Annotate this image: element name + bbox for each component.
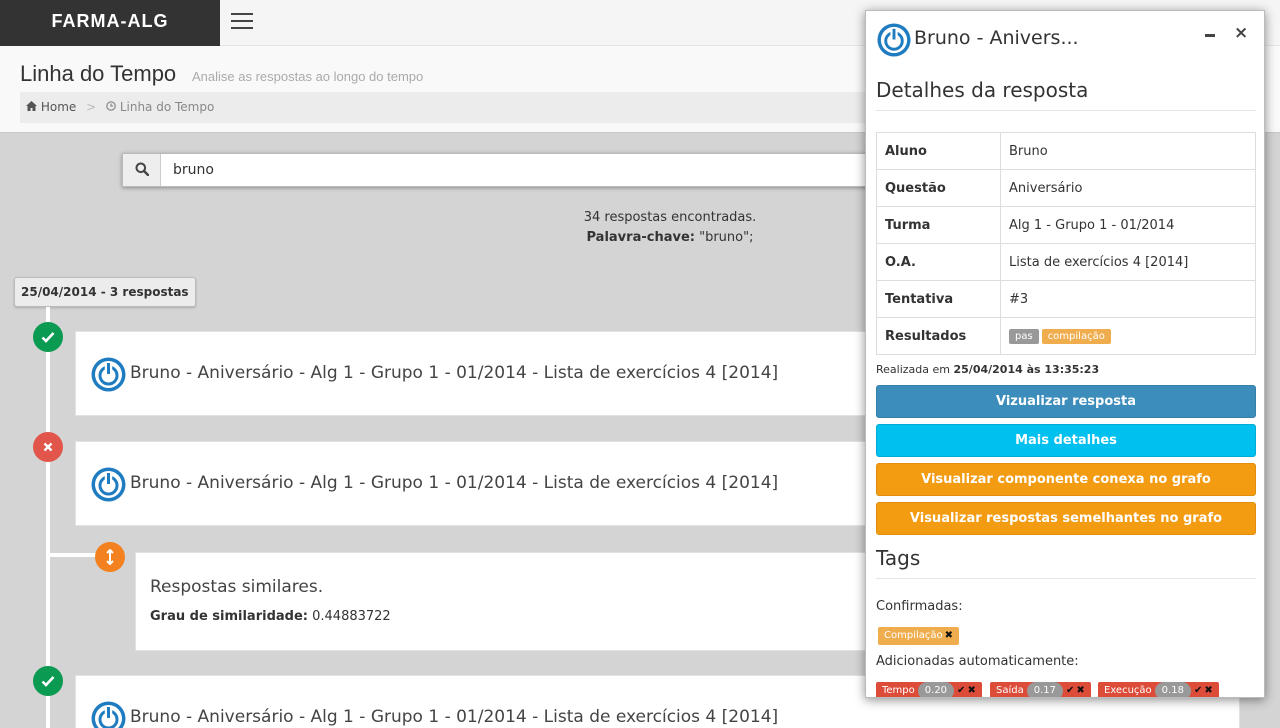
remove-tag-icon[interactable]: ✖ [945, 630, 953, 641]
row-key: Resultados [876, 317, 1001, 355]
tag-name: Tempo [882, 685, 915, 696]
breadcrumb-separator: > [86, 100, 97, 114]
table-row: Questão Aniversário [876, 169, 1256, 207]
table-row: Aluno Bruno [876, 132, 1256, 170]
row-value: pas compilação [1000, 317, 1256, 355]
confirmed-tag: Compilação ✖ [878, 627, 960, 645]
auto-tag: Tempo 0.20 ✔ ✖ [876, 682, 982, 697]
row-key: O.A. [876, 243, 1001, 281]
tags-heading: Tags [876, 546, 921, 570]
auto-tags-label: Adicionadas automaticamente: [876, 654, 1079, 669]
tag-score: 0.20 [917, 682, 955, 697]
error-icon [33, 432, 63, 462]
close-icon[interactable]: × [1234, 23, 1248, 43]
results-count: 34 respostas encontradas. [583, 210, 757, 225]
tag-name: Compilação [884, 630, 943, 641]
search-icon [135, 161, 149, 180]
row-key: Turma [876, 206, 1001, 244]
submitted-label: Realizada em [876, 363, 950, 376]
power-icon [90, 466, 127, 507]
clock-icon [106, 100, 120, 114]
results-keyword: Palavra-chave: "bruno"; [520, 228, 820, 248]
app-logo[interactable]: FARMA-ALG [0, 0, 220, 46]
check-icon [33, 322, 63, 352]
page-subtitle: Analise as respostas ao longo do tempo [192, 69, 424, 84]
remove-tag-icon[interactable]: ✖ [1076, 685, 1084, 696]
power-icon [876, 22, 912, 62]
tag-score: 0.17 [1026, 682, 1063, 697]
search-button[interactable] [123, 154, 161, 186]
details-heading: Detalhes da resposta [876, 78, 1089, 102]
remove-tag-icon[interactable]: ✖ [967, 685, 975, 696]
check-icon [33, 666, 63, 696]
result-label: compilação [1041, 329, 1111, 344]
page-title: Linha do Tempo [20, 61, 177, 86]
keyword-label: Palavra-chave: [586, 230, 695, 245]
power-icon [90, 356, 127, 397]
power-icon [90, 700, 127, 728]
answer-title: Bruno - Aniversário - Alg 1 - Grupo 1 - … [130, 707, 779, 727]
similarity-label: Grau de similaridade: [150, 609, 308, 624]
tag-name: Execução [1104, 685, 1152, 696]
table-row: Turma Alg 1 - Grupo 1 - 01/2014 [876, 206, 1256, 244]
details-table: Aluno Bruno Questão Aniversário Turma Alg 1… [876, 132, 1256, 355]
answer-title: Bruno - Aniversário - Alg 1 - Grupo 1 - … [130, 363, 779, 383]
date-badge: 25/04/2014 - 3 respostas [14, 277, 196, 307]
result-label: pas [1009, 329, 1039, 344]
answer-title: Bruno - Aniversário - Alg 1 - Grupo 1 - … [130, 473, 779, 493]
results-summary: 34 respostas encontradas. Palavra-chave:… [520, 208, 820, 248]
row-value: Alg 1 - Grupo 1 - 01/2014 [1000, 206, 1256, 244]
tag-score: 0.18 [1154, 682, 1191, 697]
table-row: Resultados pas compilação [876, 317, 1256, 355]
graph-component-button[interactable]: Visualizar componente conexa no grafo [876, 463, 1256, 496]
row-value: Aniversário [1000, 169, 1256, 207]
menu-toggle-icon[interactable] [231, 13, 253, 31]
divider [876, 578, 1256, 579]
panel-header: Bruno - Anivers... × [876, 21, 1256, 59]
auto-tag: Saída 0.17 ✔ ✖ [990, 682, 1091, 697]
divider [876, 110, 1256, 111]
search-input[interactable] [161, 154, 901, 186]
row-value: #3 [1000, 280, 1256, 318]
confirm-tag-icon[interactable]: ✔ [957, 685, 965, 696]
graph-similar-button[interactable]: Visualizar respostas semelhantes no graf… [876, 502, 1256, 535]
row-value: Bruno [1000, 132, 1256, 170]
timeline-line [46, 307, 50, 728]
confirm-tag-icon[interactable]: ✔ [1194, 685, 1202, 696]
similarity-value: 0.44883722 [312, 609, 391, 624]
search-box [122, 153, 902, 187]
row-key: Tentativa [876, 280, 1001, 318]
view-answer-button[interactable]: Vizualizar resposta [876, 385, 1256, 418]
auto-tag: Execução 0.18 ✔ ✖ [1098, 682, 1219, 697]
row-key: Questão [876, 169, 1001, 207]
submitted-at: Realizada em 25/04/2014 às 13:35:23 [876, 363, 1099, 376]
row-key: Aluno [876, 132, 1001, 170]
remove-tag-icon[interactable]: ✖ [1204, 685, 1212, 696]
submitted-value: 25/04/2014 às 13:35:23 [953, 363, 1100, 376]
arrows-vertical-icon [95, 542, 125, 572]
breadcrumb-current: Linha do Tempo [119, 100, 215, 114]
answer-details-panel: Bruno - Anivers... × Detalhes da respost… [865, 10, 1265, 698]
confirmed-tags-label: Confirmadas: [876, 599, 963, 614]
confirm-tag-icon[interactable]: ✔ [1066, 685, 1074, 696]
home-icon [26, 100, 41, 114]
table-row: O.A. Lista de exercícios 4 [2014] [876, 243, 1256, 281]
more-details-button[interactable]: Mais detalhes [876, 424, 1256, 457]
minimize-icon[interactable] [1204, 27, 1218, 41]
similarity-degree: Grau de similaridade: 0.44883722 [150, 609, 391, 624]
table-row: Tentativa #3 [876, 280, 1256, 318]
similar-title: Respostas similares. [150, 577, 324, 597]
breadcrumb-home-link[interactable]: Home [41, 100, 76, 114]
panel-title: Bruno - Anivers... [914, 27, 1079, 49]
keyword-value: "bruno"; [699, 230, 754, 245]
tag-name: Saída [996, 685, 1024, 696]
row-value: Lista de exercícios 4 [2014] [1000, 243, 1256, 281]
